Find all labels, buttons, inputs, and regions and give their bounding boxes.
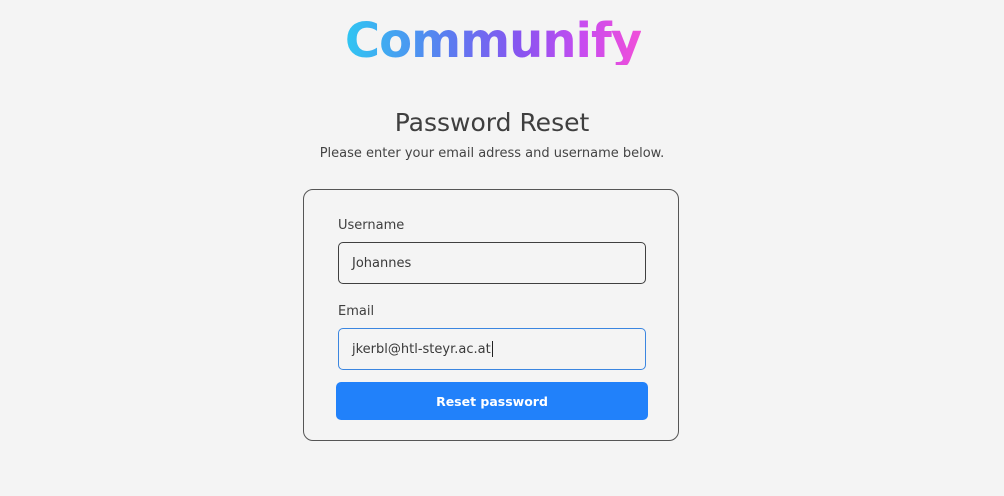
username-label: Username [338, 218, 405, 233]
email-field[interactable]: jkerbl@htl-steyr.ac.at [338, 328, 646, 370]
page-title: Password Reset [394, 108, 590, 137]
logo-text: Communify [344, 13, 642, 69]
reset-password-button[interactable]: Reset password [336, 382, 648, 420]
username-value: Johannes [352, 255, 412, 271]
reset-form-card: Username Johannes Email jkerbl@htl-steyr… [303, 189, 679, 441]
email-value: jkerbl@htl-steyr.ac.at [352, 341, 491, 357]
username-field[interactable]: Johannes [338, 242, 646, 284]
communify-logo: Communify [345, 6, 642, 76]
page-subtitle: Please enter your email adress and usern… [319, 146, 665, 161]
text-caret [491, 341, 493, 357]
password-reset-page: Communify Password Reset Please enter yo… [0, 0, 1004, 496]
email-label: Email [338, 304, 375, 319]
